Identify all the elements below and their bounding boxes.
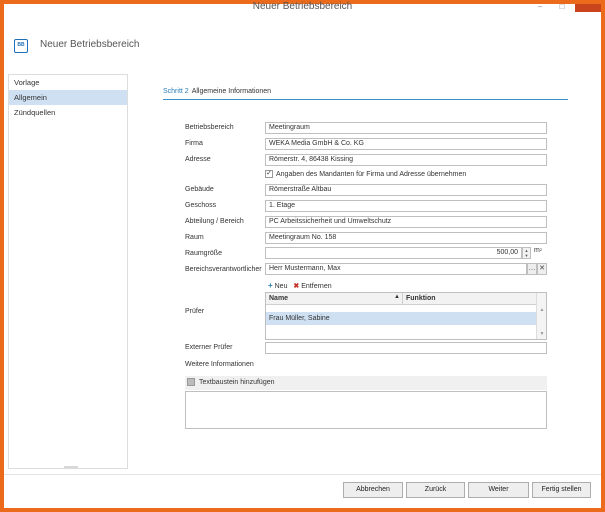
zurueck-button[interactable]: Zurück [406,482,465,498]
raumgroesse-spinner[interactable]: ▲ ▼ [522,247,531,259]
textbaustein-label: Textbaustein hinzufügen [199,379,275,386]
raum-input[interactable]: Meetingraum No. 158 [265,232,547,244]
adresse-input[interactable]: Römerstr. 4, 86438 Kissing [265,154,547,166]
minimize-button[interactable]: – [533,3,547,12]
sidebar-item-vorlage[interactable]: Vorlage [9,75,127,90]
firma-label: Firma [185,140,203,147]
table-header: Name ▲ Funktion [266,293,538,305]
neu-label: Neu [274,283,288,290]
bereichsverantwortlicher-input[interactable]: Herr Mustermann, Max [265,263,527,275]
step-name: Allgemeine Informationen [191,88,272,95]
mandant-checkbox-row[interactable]: ✓ Angaben des Mandanten für Firma und Adr… [265,170,466,178]
unit-superscript: 2 [539,247,543,252]
bereichsverantwortlicher-label: Bereichsverantwortlicher [185,266,262,273]
dialog-window: Neuer Betriebsbereich – □ BB Neuer Betri… [4,1,601,508]
textbaustein-button[interactable]: Textbaustein hinzufügen [185,376,547,390]
sort-asc-icon: ▲ [394,294,400,300]
betriebsbereich-input[interactable]: Meetingraum [265,122,547,134]
step-number: Schritt 2 [163,88,189,95]
delete-icon: ✖ [293,283,300,290]
abteilung-label: Abteilung / Bereich [185,218,244,225]
raumgroesse-unit: m2 [534,247,542,254]
window-title: Neuer Betriebsbereich [252,1,353,12]
entfernen-button[interactable]: ✖ Entfernen [293,282,331,290]
sidebar-resize-handle[interactable] [64,466,78,468]
geschoss-input[interactable]: 1. Etage [265,200,547,212]
close-button[interactable] [575,4,601,12]
pruefer-label: Prüfer [185,308,205,315]
browse-dots-icon[interactable]: … [527,263,537,275]
maximize-button[interactable]: □ [555,3,569,12]
externer-pruefer-input[interactable] [265,342,547,354]
sidebar-item-zuendquellen[interactable]: Zündquellen [9,105,127,120]
adresse-label: Adresse [185,156,211,163]
weitere-informationen-heading: Weitere Informationen [185,361,254,368]
scroll-up-icon[interactable]: ▲ [537,307,547,313]
column-header-funktion[interactable]: Funktion [406,295,436,302]
plus-icon: + [268,281,273,290]
abbrechen-button[interactable]: Abbrechen [343,482,403,498]
textbaustein-icon [187,378,195,387]
table-scrollbar[interactable]: ▲ ▼ [536,293,546,339]
fertig-stellen-button[interactable]: Fertig stellen [532,482,591,498]
raum-label: Raum [185,234,204,241]
raumgroesse-label: Raumgröße [185,250,222,257]
pruefer-table: Name ▲ Funktion Frau Müller, Sabine ▲ ▼ [265,292,547,340]
firma-input[interactable]: WEKA Media GmbH & Co. KG [265,138,547,150]
entfernen-label: Entfernen [301,283,332,290]
building-icon: BB [14,39,28,53]
column-divider[interactable] [402,293,403,305]
pruefer-toolbar: + Neu ✖ Entfernen [268,281,336,290]
gebaeude-label: Gebäude [185,186,214,193]
clear-icon[interactable]: ✕ [537,263,547,275]
spin-down-icon[interactable]: ▼ [523,253,530,258]
sidebar: Vorlage Allgemein Zündquellen [8,74,128,469]
page-title: Neuer Betriebsbereich [40,39,140,50]
abteilung-input[interactable]: PC Arbeitssicherheit und Umweltschutz [265,216,547,228]
table-row[interactable]: Frau Müller, Sabine [266,312,538,325]
footer-divider [4,474,601,475]
sidebar-item-allgemein[interactable]: Allgemein [9,90,127,105]
betriebsbereich-label: Betriebsbereich [185,124,234,131]
step-header: Schritt 2 Allgemeine Informationen [163,88,568,100]
externer-pruefer-label: Externer Prüfer [185,344,233,351]
neu-button[interactable]: + Neu [268,281,287,290]
title-bar: Neuer Betriebsbereich – □ [4,1,601,14]
geschoss-label: Geschoss [185,202,217,209]
mandant-checkbox[interactable]: ✓ [265,170,273,178]
gebaeude-input[interactable]: Römerstraße Altbau [265,184,547,196]
mandant-checkbox-label: Angaben des Mandanten für Firma und Adre… [276,170,467,178]
weiter-button[interactable]: Weiter [468,482,529,498]
column-header-name[interactable]: Name [269,295,288,302]
scroll-down-icon[interactable]: ▼ [537,331,547,337]
weitere-informationen-textarea[interactable] [185,391,547,429]
raumgroesse-input[interactable]: 500,00 [265,247,522,259]
